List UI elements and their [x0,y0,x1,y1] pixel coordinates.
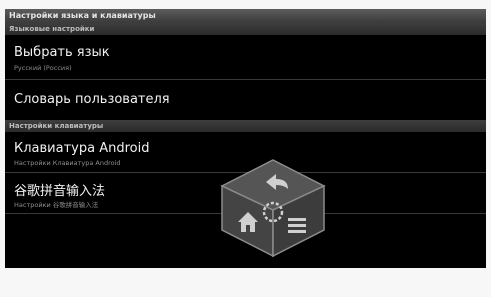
google-pinyin-summary: Настройки 谷歌拼音输入法 [14,201,99,209]
section-header-keyboard: Настройки клавиатуры [5,120,486,132]
select-language-title: Выбрать язык [14,45,110,60]
google-pinyin-title: 谷歌拼音输入法 [14,184,106,199]
section-header-language: Языковые настройки [5,23,486,35]
android-keyboard-title: Клавиатура Android [14,141,150,156]
select-language-summary: Русский (Россия) [14,64,72,72]
navigation-cube[interactable] [218,158,328,258]
select-language-item[interactable]: Выбрать язык Русский (Россия) [5,35,486,79]
user-dictionary-item[interactable]: Словарь пользователя [5,80,486,120]
android-keyboard-summary: Настройки Клавиатура Android [14,159,121,167]
user-dictionary-title: Словарь пользователя [14,92,170,107]
menu-icon[interactable] [288,218,306,233]
device-frame: Настройки языка и клавиатуры Языковые на… [0,0,491,297]
window-title: Настройки языка и клавиатуры [5,9,486,23]
